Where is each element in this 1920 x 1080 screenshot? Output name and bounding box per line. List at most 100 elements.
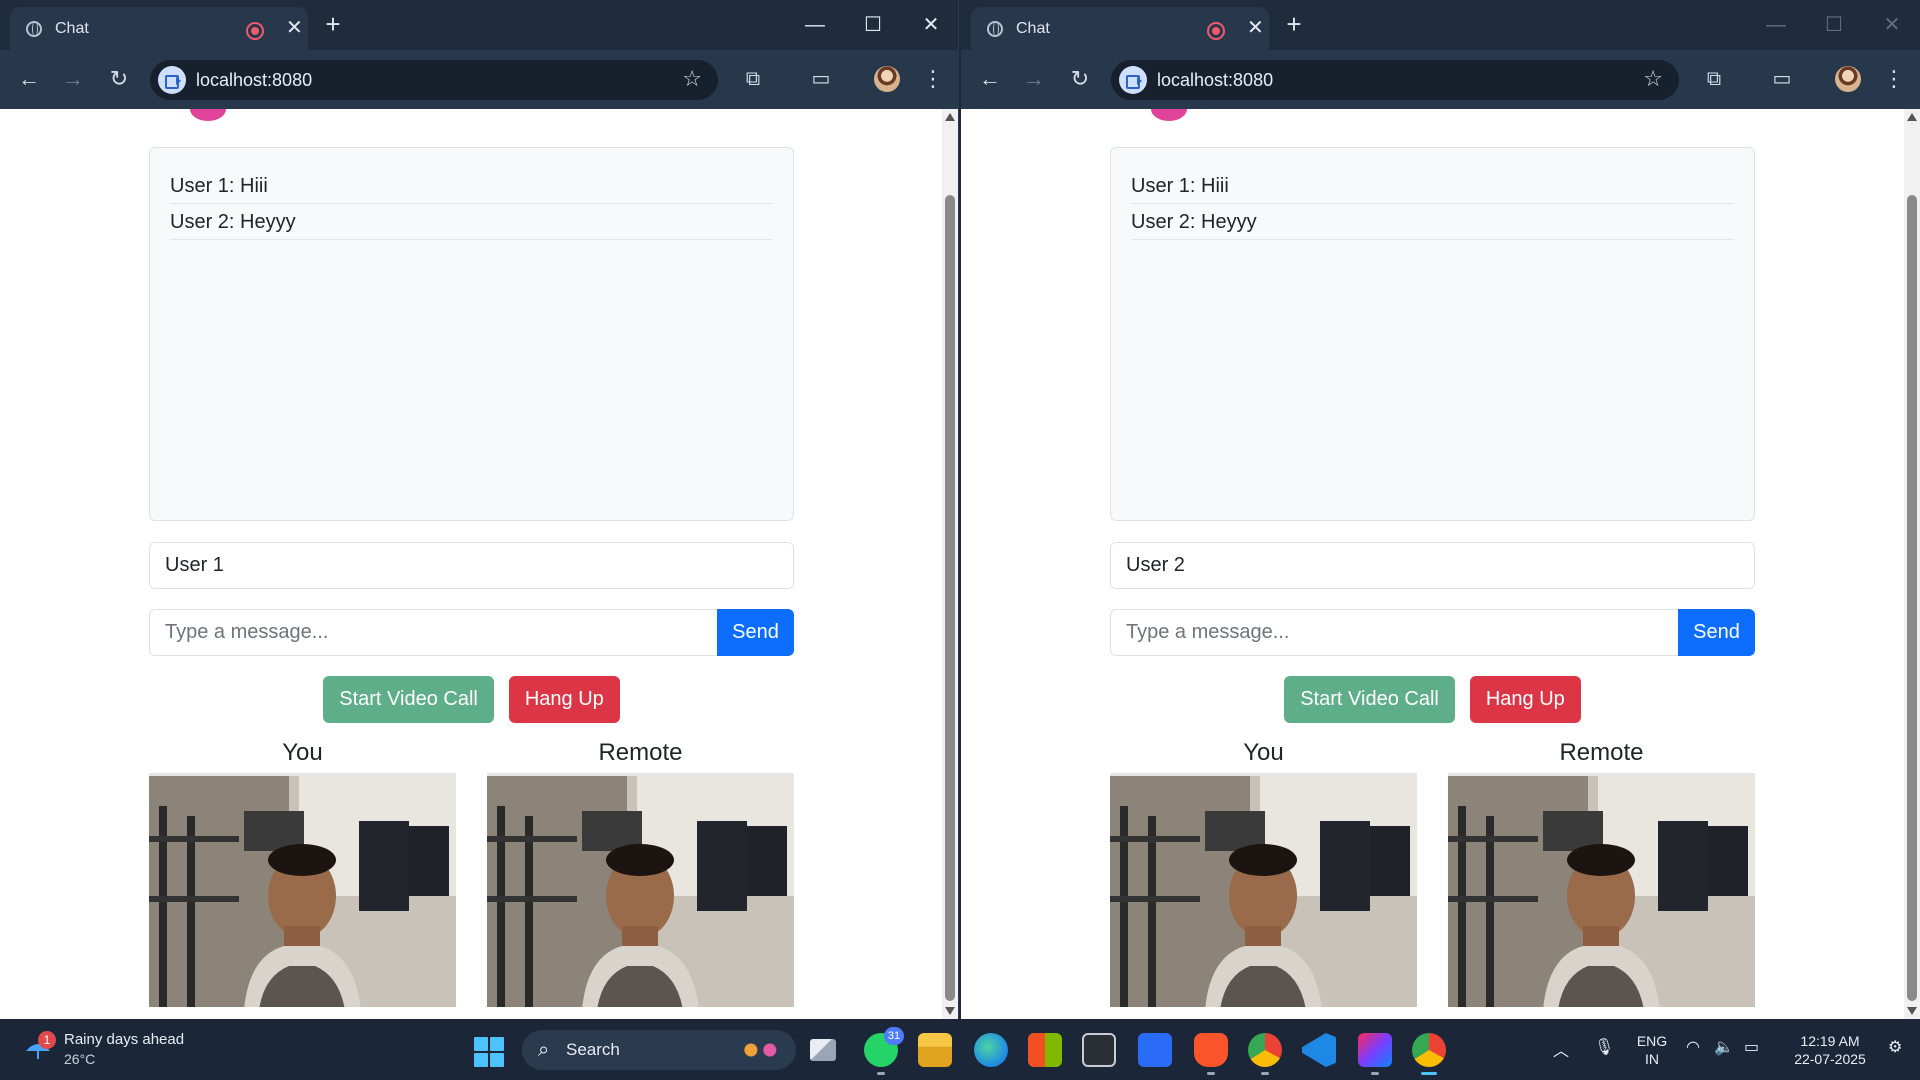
minimize-button[interactable]: — bbox=[1761, 12, 1791, 38]
profile-avatar[interactable] bbox=[1835, 66, 1861, 92]
taskbar-search[interactable]: ⌕ Search bbox=[522, 1030, 796, 1070]
scroll-thumb[interactable] bbox=[1907, 195, 1917, 1001]
maximize-button[interactable]: ☐ bbox=[1819, 12, 1849, 38]
running-indicator bbox=[1261, 1072, 1269, 1075]
forward-icon[interactable]: → bbox=[1019, 64, 1049, 94]
local-video bbox=[149, 773, 456, 1007]
username-input[interactable] bbox=[1110, 542, 1755, 589]
cast-search-icon[interactable]: ▭ bbox=[1767, 64, 1797, 94]
chat-app: User 1: Hiii User 2: Heyyy Send Start Vi… bbox=[1110, 147, 1755, 1007]
chat-app: User 1: Hiii User 2: Heyyy Send Start Vi… bbox=[149, 147, 794, 1007]
clock[interactable]: 12:19 AM 22-07-2025 bbox=[1780, 1032, 1880, 1068]
vscode-icon[interactable] bbox=[1302, 1033, 1336, 1067]
task-view-icon[interactable] bbox=[810, 1039, 836, 1061]
volume-icon[interactable]: 🔈 bbox=[1714, 1037, 1734, 1061]
unity-icon[interactable] bbox=[1082, 1033, 1116, 1067]
message-row: Send bbox=[1110, 609, 1755, 656]
file-explorer-icon[interactable] bbox=[918, 1033, 952, 1067]
scroll-down-arrow[interactable] bbox=[1907, 1007, 1917, 1015]
scroll-down-arrow[interactable] bbox=[945, 1007, 955, 1015]
chat-message: User 2: Heyyy bbox=[1131, 204, 1734, 240]
local-video bbox=[1110, 773, 1417, 1007]
username-input[interactable] bbox=[149, 542, 794, 589]
hang-up-button[interactable]: Hang Up bbox=[508, 676, 620, 723]
local-video-column: You bbox=[149, 735, 456, 1007]
scroll-up-arrow[interactable] bbox=[1907, 113, 1917, 121]
start-video-call-button[interactable]: Start Video Call bbox=[1284, 676, 1455, 723]
chat-messages: User 1: Hiii User 2: Heyyy bbox=[149, 147, 794, 521]
start-video-call-button[interactable]: Start Video Call bbox=[323, 676, 494, 723]
new-tab-button[interactable]: + bbox=[320, 10, 346, 38]
send-button[interactable]: Send bbox=[717, 609, 794, 656]
bookmark-star-icon[interactable]: ☆ bbox=[1643, 66, 1663, 92]
site-camera-icon[interactable] bbox=[158, 66, 186, 94]
extensions-icon[interactable]: ⧉ bbox=[738, 64, 768, 94]
remote-video-column: Remote bbox=[1448, 735, 1755, 1007]
chevron-up-icon[interactable]: ︿ bbox=[1553, 1037, 1569, 1061]
send-button[interactable]: Send bbox=[1678, 609, 1755, 656]
close-window-button[interactable]: ✕ bbox=[1877, 12, 1907, 38]
wifi-icon[interactable]: ◠ bbox=[1686, 1037, 1700, 1061]
tab-title: Chat bbox=[55, 20, 89, 37]
tab-chat[interactable]: Chat ✕ bbox=[971, 7, 1269, 50]
battery-icon[interactable]: ▭ bbox=[1744, 1037, 1759, 1061]
cast-search-icon[interactable]: ▭ bbox=[806, 64, 836, 94]
url-text: localhost:8080 bbox=[196, 70, 313, 90]
reload-icon[interactable]: ↻ bbox=[1065, 64, 1095, 94]
chat-message: User 2: Heyyy bbox=[170, 204, 773, 240]
forward-icon[interactable]: → bbox=[58, 64, 88, 94]
maximize-button[interactable]: ☐ bbox=[858, 12, 888, 38]
close-tab-icon[interactable]: ✕ bbox=[286, 17, 303, 39]
chrome-icon[interactable] bbox=[1412, 1033, 1446, 1075]
message-row: Send bbox=[149, 609, 794, 656]
language-indicator[interactable]: ENG IN bbox=[1632, 1032, 1672, 1068]
address-bar[interactable]: localhost:8080 ☆ bbox=[1111, 60, 1679, 100]
call-controls: Start Video Call Hang Up bbox=[1110, 676, 1755, 723]
notification-icon[interactable]: ⚙ bbox=[1888, 1037, 1902, 1061]
edge-icon[interactable] bbox=[974, 1033, 1008, 1067]
scroll-thumb[interactable] bbox=[945, 195, 955, 1001]
page-scrollbar[interactable] bbox=[1904, 109, 1920, 1019]
page-scrollbar[interactable] bbox=[942, 109, 958, 1019]
close-tab-icon[interactable]: ✕ bbox=[1247, 17, 1264, 39]
url-text: localhost:8080 bbox=[1157, 70, 1274, 90]
site-camera-icon[interactable] bbox=[1119, 66, 1147, 94]
menu-icon[interactable]: ⋮ bbox=[922, 64, 944, 94]
jetbrains-toolbox-icon[interactable] bbox=[1138, 1033, 1172, 1067]
back-icon[interactable]: ← bbox=[975, 64, 1005, 94]
microphone-icon[interactable]: 🎙 bbox=[1594, 1037, 1614, 1061]
address-bar[interactable]: localhost:8080 ☆ bbox=[150, 60, 718, 100]
new-tab-button[interactable]: + bbox=[1281, 10, 1307, 38]
running-indicator bbox=[877, 1072, 885, 1075]
desktop: Chat ✕ + — ☐ ✕ ← → ↻ localhost:8080 ☆ ⧉ … bbox=[0, 0, 1920, 1019]
webcam-feed bbox=[149, 776, 456, 1007]
remote-video-label: Remote bbox=[1559, 739, 1644, 766]
extensions-icon[interactable]: ⧉ bbox=[1699, 64, 1729, 94]
language-code: ENG bbox=[1636, 1033, 1668, 1049]
message-input[interactable] bbox=[1110, 609, 1678, 656]
hang-up-button[interactable]: Hang Up bbox=[1469, 676, 1581, 723]
browser-toolbar: ← → ↻ localhost:8080 ☆ ⧉ ▭ ⋮ bbox=[0, 50, 958, 109]
start-button[interactable] bbox=[474, 1037, 504, 1067]
scroll-up-arrow[interactable] bbox=[945, 113, 955, 121]
back-icon[interactable]: ← bbox=[14, 64, 44, 94]
recording-icon bbox=[246, 22, 264, 40]
minimize-button[interactable]: — bbox=[800, 12, 830, 38]
whatsapp-icon[interactable]: 31 bbox=[864, 1027, 904, 1075]
clock-time: 12:19 AM bbox=[1800, 1033, 1860, 1049]
bookmark-star-icon[interactable]: ☆ bbox=[682, 66, 702, 92]
reload-icon[interactable]: ↻ bbox=[104, 64, 134, 94]
intellij-icon[interactable] bbox=[1358, 1033, 1392, 1075]
chrome-profile-icon[interactable] bbox=[1248, 1033, 1282, 1075]
profile-avatar[interactable] bbox=[874, 66, 900, 92]
message-input[interactable] bbox=[149, 609, 717, 656]
tab-chat[interactable]: Chat ✕ bbox=[10, 7, 308, 50]
close-window-button[interactable]: ✕ bbox=[916, 12, 946, 38]
microsoft-store-icon[interactable] bbox=[1028, 1033, 1062, 1067]
browser-window-left: Chat ✕ + — ☐ ✕ ← → ↻ localhost:8080 ☆ ⧉ … bbox=[0, 0, 959, 1019]
brave-icon[interactable] bbox=[1194, 1033, 1228, 1075]
webcam-feed bbox=[487, 776, 794, 1007]
menu-icon[interactable]: ⋮ bbox=[1883, 64, 1905, 94]
search-icon: ⌕ bbox=[538, 1039, 550, 1061]
local-video-label: You bbox=[1243, 739, 1284, 766]
